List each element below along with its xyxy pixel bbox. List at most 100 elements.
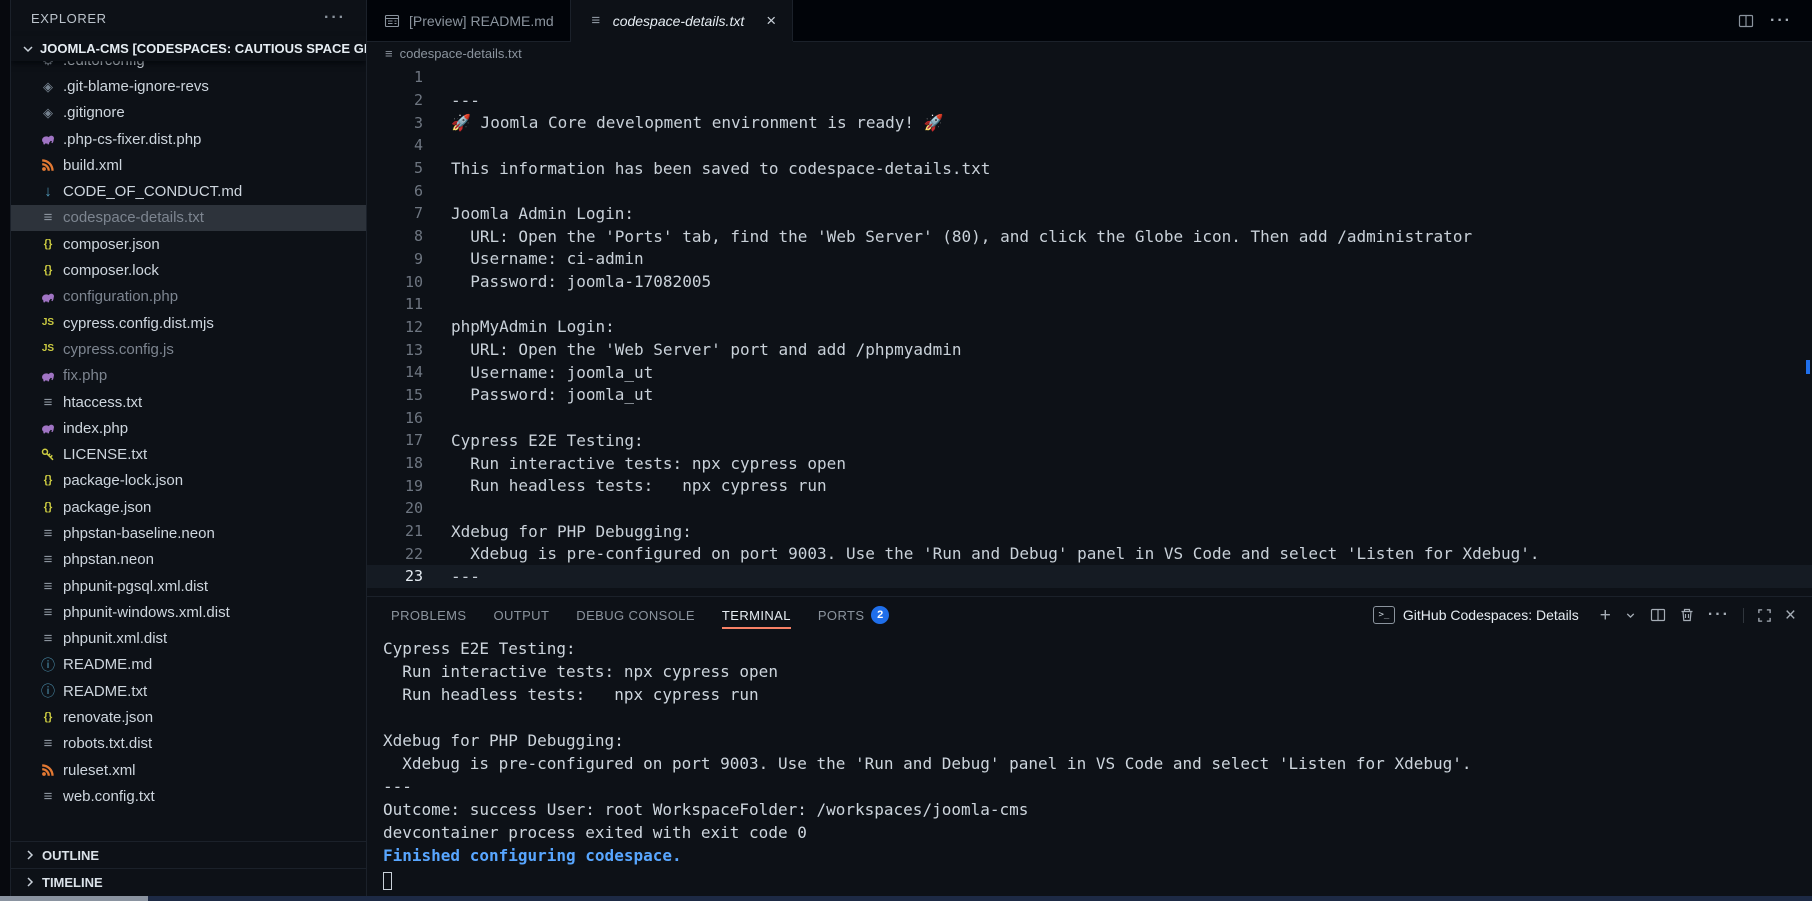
code-line-12[interactable]: 12phpMyAdmin Login: bbox=[367, 316, 1812, 339]
kill-terminal-icon[interactable] bbox=[1679, 607, 1695, 623]
code-line-1[interactable]: 1 bbox=[367, 66, 1812, 89]
file-row-robots.txt.dist[interactable]: ≡robots.txt.dist bbox=[11, 731, 366, 757]
file-name: phpunit.xml.dist bbox=[63, 630, 167, 647]
code-line-17[interactable]: 17Cypress E2E Testing: bbox=[367, 429, 1812, 452]
code-lines: 12---3🚀 Joomla Core development environm… bbox=[367, 66, 1812, 588]
file-row-phpunit-pgsql.xml.dist[interactable]: ≡phpunit-pgsql.xml.dist bbox=[11, 573, 366, 599]
code-line-23[interactable]: 23--- bbox=[367, 565, 1812, 588]
file-row-.gitignore[interactable]: ◈.gitignore bbox=[11, 100, 366, 126]
line-text: Password: joomla_ut bbox=[451, 385, 653, 404]
file-row-renovate.json[interactable]: {}renovate.json bbox=[11, 704, 366, 730]
editor-more-icon[interactable]: ··· bbox=[1770, 13, 1792, 29]
file-row-composer.lock[interactable]: {}composer.lock bbox=[11, 257, 366, 283]
file-name: web.config.txt bbox=[63, 788, 155, 805]
file-name: build.xml bbox=[63, 157, 122, 174]
code-line-9[interactable]: 9 Username: ci-admin bbox=[367, 248, 1812, 271]
line-text: phpMyAdmin Login: bbox=[451, 317, 615, 336]
file-row-phpunit.xml.dist[interactable]: ≡phpunit.xml.dist bbox=[11, 626, 366, 652]
line-text: URL: Open the 'Ports' tab, find the 'Web… bbox=[451, 227, 1472, 246]
panel-tab-ports[interactable]: PORTS2 bbox=[818, 597, 890, 633]
code-line-20[interactable]: 20 bbox=[367, 497, 1812, 520]
panel-tab-terminal[interactable]: TERMINAL bbox=[722, 597, 791, 633]
file-row-fix.php[interactable]: fix.php bbox=[11, 363, 366, 389]
file-row-cypress.config.js[interactable]: JScypress.config.js bbox=[11, 336, 366, 362]
scrollbar-thumb[interactable] bbox=[0, 896, 148, 901]
file-row-composer.json[interactable]: {}composer.json bbox=[11, 231, 366, 257]
close-panel-icon[interactable]: × bbox=[1785, 606, 1796, 625]
code-line-3[interactable]: 3🚀 Joomla Core development environment i… bbox=[367, 111, 1812, 134]
split-editor-icon[interactable] bbox=[1738, 13, 1754, 29]
json-braces-icon: {} bbox=[39, 475, 57, 486]
code-line-4[interactable]: 4 bbox=[367, 134, 1812, 157]
editor-tab-codespace-details.txt[interactable]: ≡codespace-details.txt× bbox=[571, 0, 793, 41]
terminal-session-item[interactable]: >_ GitHub Codespaces: Details bbox=[1373, 606, 1579, 624]
file-row-.php-cs-fixer.dist.php[interactable]: .php-cs-fixer.dist.php bbox=[11, 126, 366, 152]
code-line-13[interactable]: 13 URL: Open the 'Web Server' port and a… bbox=[367, 338, 1812, 361]
line-text: 🚀 Joomla Core development environment is… bbox=[451, 113, 944, 132]
file-row-web.config.txt[interactable]: ≡web.config.txt bbox=[11, 783, 366, 809]
code-line-6[interactable]: 6 bbox=[367, 179, 1812, 202]
terminal-cursor-line bbox=[383, 869, 1812, 892]
code-line-21[interactable]: 21Xdebug for PHP Debugging: bbox=[367, 520, 1812, 543]
panel-more-icon[interactable]: ··· bbox=[1708, 607, 1730, 623]
breadcrumb-file: codespace-details.txt bbox=[400, 46, 522, 61]
code-line-14[interactable]: 14 Username: joomla_ut bbox=[367, 361, 1812, 384]
code-line-16[interactable]: 16 bbox=[367, 406, 1812, 429]
sidebar-section-outline[interactable]: OUTLINE bbox=[11, 841, 366, 868]
code-editor[interactable]: 12---3🚀 Joomla Core development environm… bbox=[367, 64, 1812, 596]
code-line-19[interactable]: 19 Run headless tests: npx cypress run bbox=[367, 474, 1812, 497]
code-line-15[interactable]: 15 Password: joomla_ut bbox=[367, 384, 1812, 407]
maximize-panel-icon[interactable] bbox=[1757, 608, 1772, 623]
file-row-build.xml[interactable]: build.xml bbox=[11, 152, 366, 178]
file-name: robots.txt.dist bbox=[63, 735, 152, 752]
explorer-more-icon[interactable]: ··· bbox=[324, 9, 346, 27]
file-row-CODE_OF_CONDUCT.md[interactable]: ↓CODE_OF_CONDUCT.md bbox=[11, 178, 366, 204]
code-line-10[interactable]: 10 Password: joomla-17082005 bbox=[367, 270, 1812, 293]
terminal-line-1: Cypress E2E Testing: bbox=[383, 639, 1812, 662]
php-elephant-icon bbox=[39, 368, 57, 384]
sidebar-section-timeline[interactable]: TIMELINE bbox=[11, 868, 366, 895]
file-row-codespace-details.txt[interactable]: ≡codespace-details.txt bbox=[11, 205, 366, 231]
file-row-htaccess.txt[interactable]: ≡htaccess.txt bbox=[11, 389, 366, 415]
file-row-package-lock.json[interactable]: {}package-lock.json bbox=[11, 468, 366, 494]
code-line-5[interactable]: 5This information has been saved to code… bbox=[367, 157, 1812, 180]
code-line-8[interactable]: 8 URL: Open the 'Ports' tab, find the 'W… bbox=[367, 225, 1812, 248]
file-row-.git-blame-ignore-revs[interactable]: ◈.git-blame-ignore-revs bbox=[11, 73, 366, 99]
file-row-index.php[interactable]: index.php bbox=[11, 415, 366, 441]
code-line-11[interactable]: 11 bbox=[367, 293, 1812, 316]
file-row-README.txt[interactable]: ⓘREADME.txt bbox=[11, 678, 366, 704]
file-row-phpstan-baseline.neon[interactable]: ≡phpstan-baseline.neon bbox=[11, 520, 366, 546]
terminal-profile-chevron-icon[interactable] bbox=[1624, 609, 1637, 622]
close-tab-icon[interactable]: × bbox=[766, 12, 776, 29]
horizontal-scrollbar[interactable] bbox=[0, 896, 1812, 901]
file-row-package.json[interactable]: {}package.json bbox=[11, 494, 366, 520]
markdown-preview-icon bbox=[383, 13, 401, 29]
file-row-phpstan.neon[interactable]: ≡phpstan.neon bbox=[11, 547, 366, 573]
file-row-LICENSE.txt[interactable]: LICENSE.txt bbox=[11, 441, 366, 467]
file-name: README.txt bbox=[63, 683, 147, 700]
file-name: renovate.json bbox=[63, 709, 153, 726]
line-text: Run interactive tests: npx cypress open bbox=[451, 454, 846, 473]
new-terminal-button[interactable]: + bbox=[1600, 606, 1611, 625]
file-row-configuration.php[interactable]: configuration.php bbox=[11, 284, 366, 310]
code-line-7[interactable]: 7Joomla Admin Login: bbox=[367, 202, 1812, 225]
code-line-2[interactable]: 2--- bbox=[367, 89, 1812, 112]
file-row-phpunit-windows.xml.dist[interactable]: ≡phpunit-windows.xml.dist bbox=[11, 599, 366, 625]
file-row-README.md[interactable]: ⓘREADME.md bbox=[11, 652, 366, 678]
activity-bar-edge bbox=[0, 0, 11, 901]
panel-tab-output[interactable]: OUTPUT bbox=[493, 597, 549, 633]
file-row-cypress.config.dist.mjs[interactable]: JScypress.config.dist.mjs bbox=[11, 310, 366, 336]
editor-tab-bar: [Preview] README.md≡codespace-details.tx… bbox=[367, 0, 1812, 42]
terminal-output[interactable]: Cypress E2E Testing: Run interactive tes… bbox=[367, 633, 1812, 901]
split-terminal-icon[interactable] bbox=[1650, 607, 1666, 623]
explorer-root-folder[interactable]: JOOMLA-CMS [CODESPACES: CAUTIOUS SPACE G… bbox=[11, 36, 366, 61]
terminal-cursor bbox=[383, 872, 392, 890]
line-text: Username: joomla_ut bbox=[451, 363, 653, 382]
code-line-22[interactable]: 22 Xdebug is pre-configured on port 9003… bbox=[367, 542, 1812, 565]
editor-tab--preview-readme.md[interactable]: [Preview] README.md bbox=[367, 0, 571, 41]
breadcrumb[interactable]: ≡ codespace-details.txt bbox=[367, 42, 1812, 64]
file-row-ruleset.xml[interactable]: ruleset.xml bbox=[11, 757, 366, 783]
panel-tab-debug-console[interactable]: DEBUG CONSOLE bbox=[576, 597, 695, 633]
code-line-18[interactable]: 18 Run interactive tests: npx cypress op… bbox=[367, 452, 1812, 475]
panel-tab-problems[interactable]: PROBLEMS bbox=[391, 597, 466, 633]
